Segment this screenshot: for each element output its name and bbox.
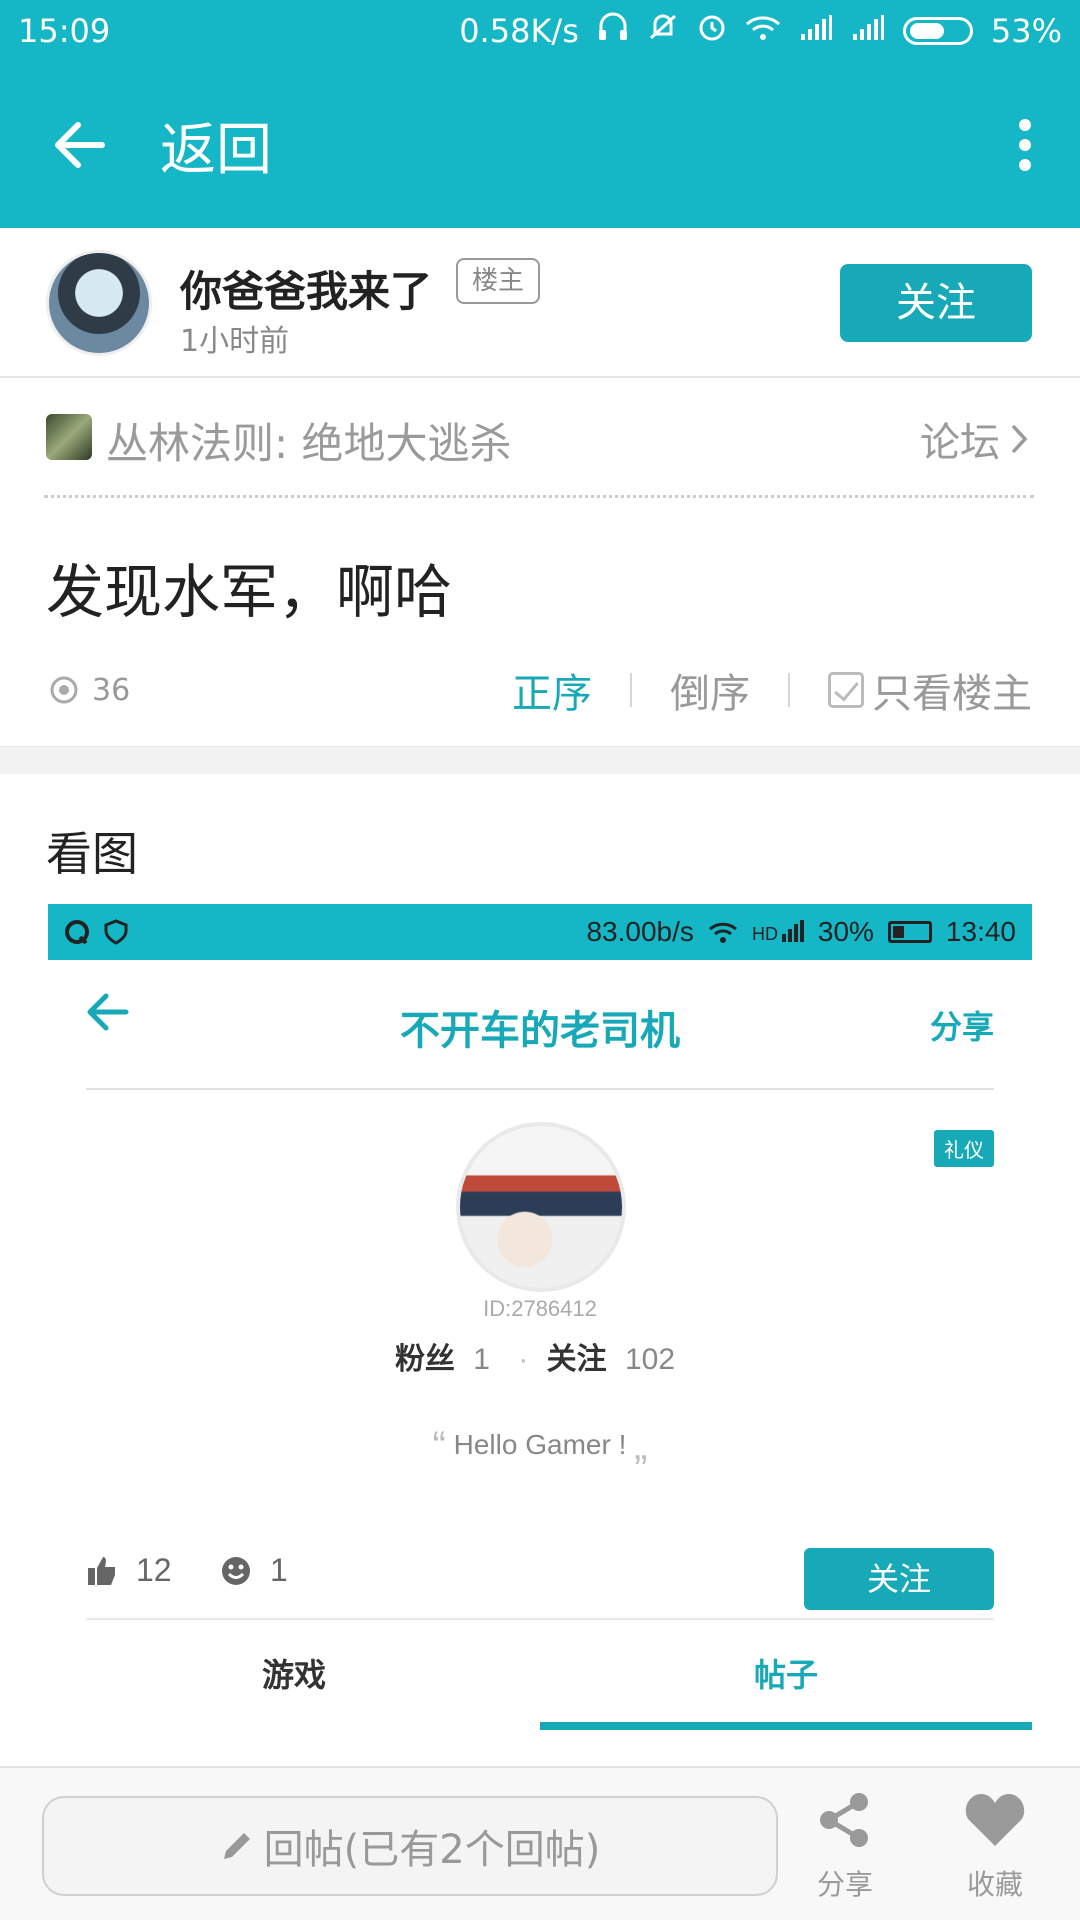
likes-count: 12 — [136, 1552, 172, 1588]
sort-options: 正序 倒序 只看楼主 — [512, 661, 1032, 719]
sort-desc[interactable]: 倒序 — [670, 661, 750, 719]
app-bar-title[interactable]: 返回 — [160, 105, 970, 186]
alarm-icon — [697, 12, 727, 50]
image-tabs: 游戏 帖子 — [48, 1620, 1032, 1730]
author-row: 你爸爸我来了 楼主 1小时前 关注 — [0, 228, 1080, 378]
image-user-id: ID:2786412 — [483, 1296, 597, 1321]
share-button[interactable]: 分享 — [790, 1790, 900, 1903]
image-avatar — [456, 1122, 626, 1292]
shield-icon — [104, 919, 128, 945]
mute-icon — [647, 12, 679, 50]
post-meta: 36 正序 倒序 只看楼主 — [46, 660, 1046, 720]
chevron-right-icon — [1011, 424, 1028, 454]
follow-button[interactable]: 关注 — [840, 264, 1032, 342]
fans-count: 1 — [473, 1343, 490, 1376]
more-button[interactable] — [970, 62, 1080, 228]
following-count: 102 — [625, 1343, 676, 1376]
section-divider — [0, 746, 1080, 774]
only-owner-label: 只看楼主 — [872, 671, 1032, 717]
sort-asc[interactable]: 正序 — [512, 661, 592, 719]
reply-input[interactable]: 回帖(已有2个回帖) — [42, 1796, 778, 1896]
divider — [630, 673, 632, 707]
wifi-icon — [745, 12, 781, 50]
dot-separator: · — [518, 1343, 529, 1376]
back-button[interactable] — [0, 62, 160, 228]
forum-row[interactable]: 丛林法则: 绝地大逃杀 论坛 — [44, 380, 1034, 498]
smiles-count: 1 — [270, 1552, 288, 1588]
signal-icon — [799, 12, 833, 50]
svg-text:HD: HD — [752, 924, 778, 944]
arrow-left-icon — [55, 122, 105, 168]
image-tab-posts: 帖子 — [540, 1620, 1032, 1730]
bottom-bar: 回帖(已有2个回帖) 分享 收藏 — [0, 1766, 1080, 1920]
checkbox-icon — [828, 672, 864, 708]
pencil-icon — [223, 1833, 250, 1859]
signal-icon — [851, 12, 885, 50]
more-vert-icon — [1019, 119, 1031, 171]
image-title: 不开车的老司机 — [400, 1009, 680, 1053]
headset-icon — [597, 12, 629, 50]
post-body-text: 看图 — [46, 827, 138, 881]
forum-name: 丛林法则: 绝地大逃杀 — [106, 419, 512, 468]
forum-link[interactable]: 论坛 — [920, 410, 1028, 468]
battery-icon — [887, 921, 932, 943]
reply-placeholder: 回帖(已有2个回帖) — [263, 1827, 601, 1873]
motto-text: Hello Gamer ! — [453, 1428, 627, 1460]
eye-icon — [50, 676, 78, 704]
favorite-button[interactable]: 收藏 — [940, 1790, 1050, 1903]
share-icon — [820, 1793, 868, 1847]
view-count: 36 — [46, 673, 130, 708]
forum-icon — [46, 414, 92, 460]
image-actions: 12 1 关注 — [86, 1524, 994, 1620]
fans-label: 粉丝 — [394, 1343, 455, 1376]
likes: 12 — [86, 1552, 172, 1589]
status-net-speed: 0.58K/s — [459, 12, 579, 50]
image-status-bar: 83.00b/s HD 30% 13:40 — [48, 904, 1032, 960]
image-badge: 礼仪 — [934, 1130, 994, 1167]
status-bar: 15:09 0.58K/s 53% — [0, 0, 1080, 62]
forum-link-label: 论坛 — [920, 420, 1000, 466]
image-top-bar: 不开车的老司机 分享 — [86, 960, 994, 1090]
view-count-value: 36 — [92, 672, 131, 708]
post-title: 发现水军，啊哈 — [46, 558, 453, 626]
heart-icon — [965, 1794, 1025, 1846]
status-battery: 53% — [990, 12, 1062, 50]
battery-icon — [902, 17, 973, 45]
favorite-label: 收藏 — [966, 1868, 1023, 1901]
post-time: 1小时前 — [180, 324, 290, 359]
post-image[interactable]: 83.00b/s HD 30% 13:40 不开车的老司机 分享 礼仪 ID:2… — [48, 904, 1032, 1766]
wifi-icon — [708, 922, 737, 943]
smile-icon — [222, 1556, 250, 1585]
image-share: 分享 — [929, 1009, 994, 1045]
share-label: 分享 — [816, 1868, 873, 1901]
image-stats: 粉丝 1 · 关注 102 — [48, 1334, 1032, 1378]
status-right: 0.58K/s 53% — [459, 12, 1062, 50]
thumbs-up-icon — [88, 1556, 115, 1585]
owner-badge: 楼主 — [456, 258, 541, 304]
app-bar: 返回 — [0, 62, 1080, 228]
image-battery-text: 30% — [817, 916, 874, 947]
image-motto: “ Hello Gamer ! „ — [48, 1424, 1032, 1469]
qq-icon — [65, 920, 89, 945]
image-follow-button: 关注 — [804, 1548, 994, 1610]
smiles: 1 — [220, 1552, 288, 1589]
image-net-speed: 83.00b/s — [586, 916, 694, 947]
avatar[interactable] — [46, 250, 152, 356]
image-tab-games: 游戏 — [261, 1657, 326, 1693]
open-quote-icon: “ — [432, 1424, 446, 1468]
following-label: 关注 — [546, 1343, 607, 1376]
only-owner-toggle[interactable]: 只看楼主 — [828, 661, 1032, 719]
status-time: 15:09 — [18, 12, 111, 50]
signal-icon: HD — [752, 920, 804, 944]
close-quote-icon: „ — [634, 1424, 648, 1468]
image-time: 13:40 — [945, 916, 1016, 947]
author-name[interactable]: 你爸爸我来了 — [180, 258, 432, 319]
divider — [788, 673, 790, 707]
